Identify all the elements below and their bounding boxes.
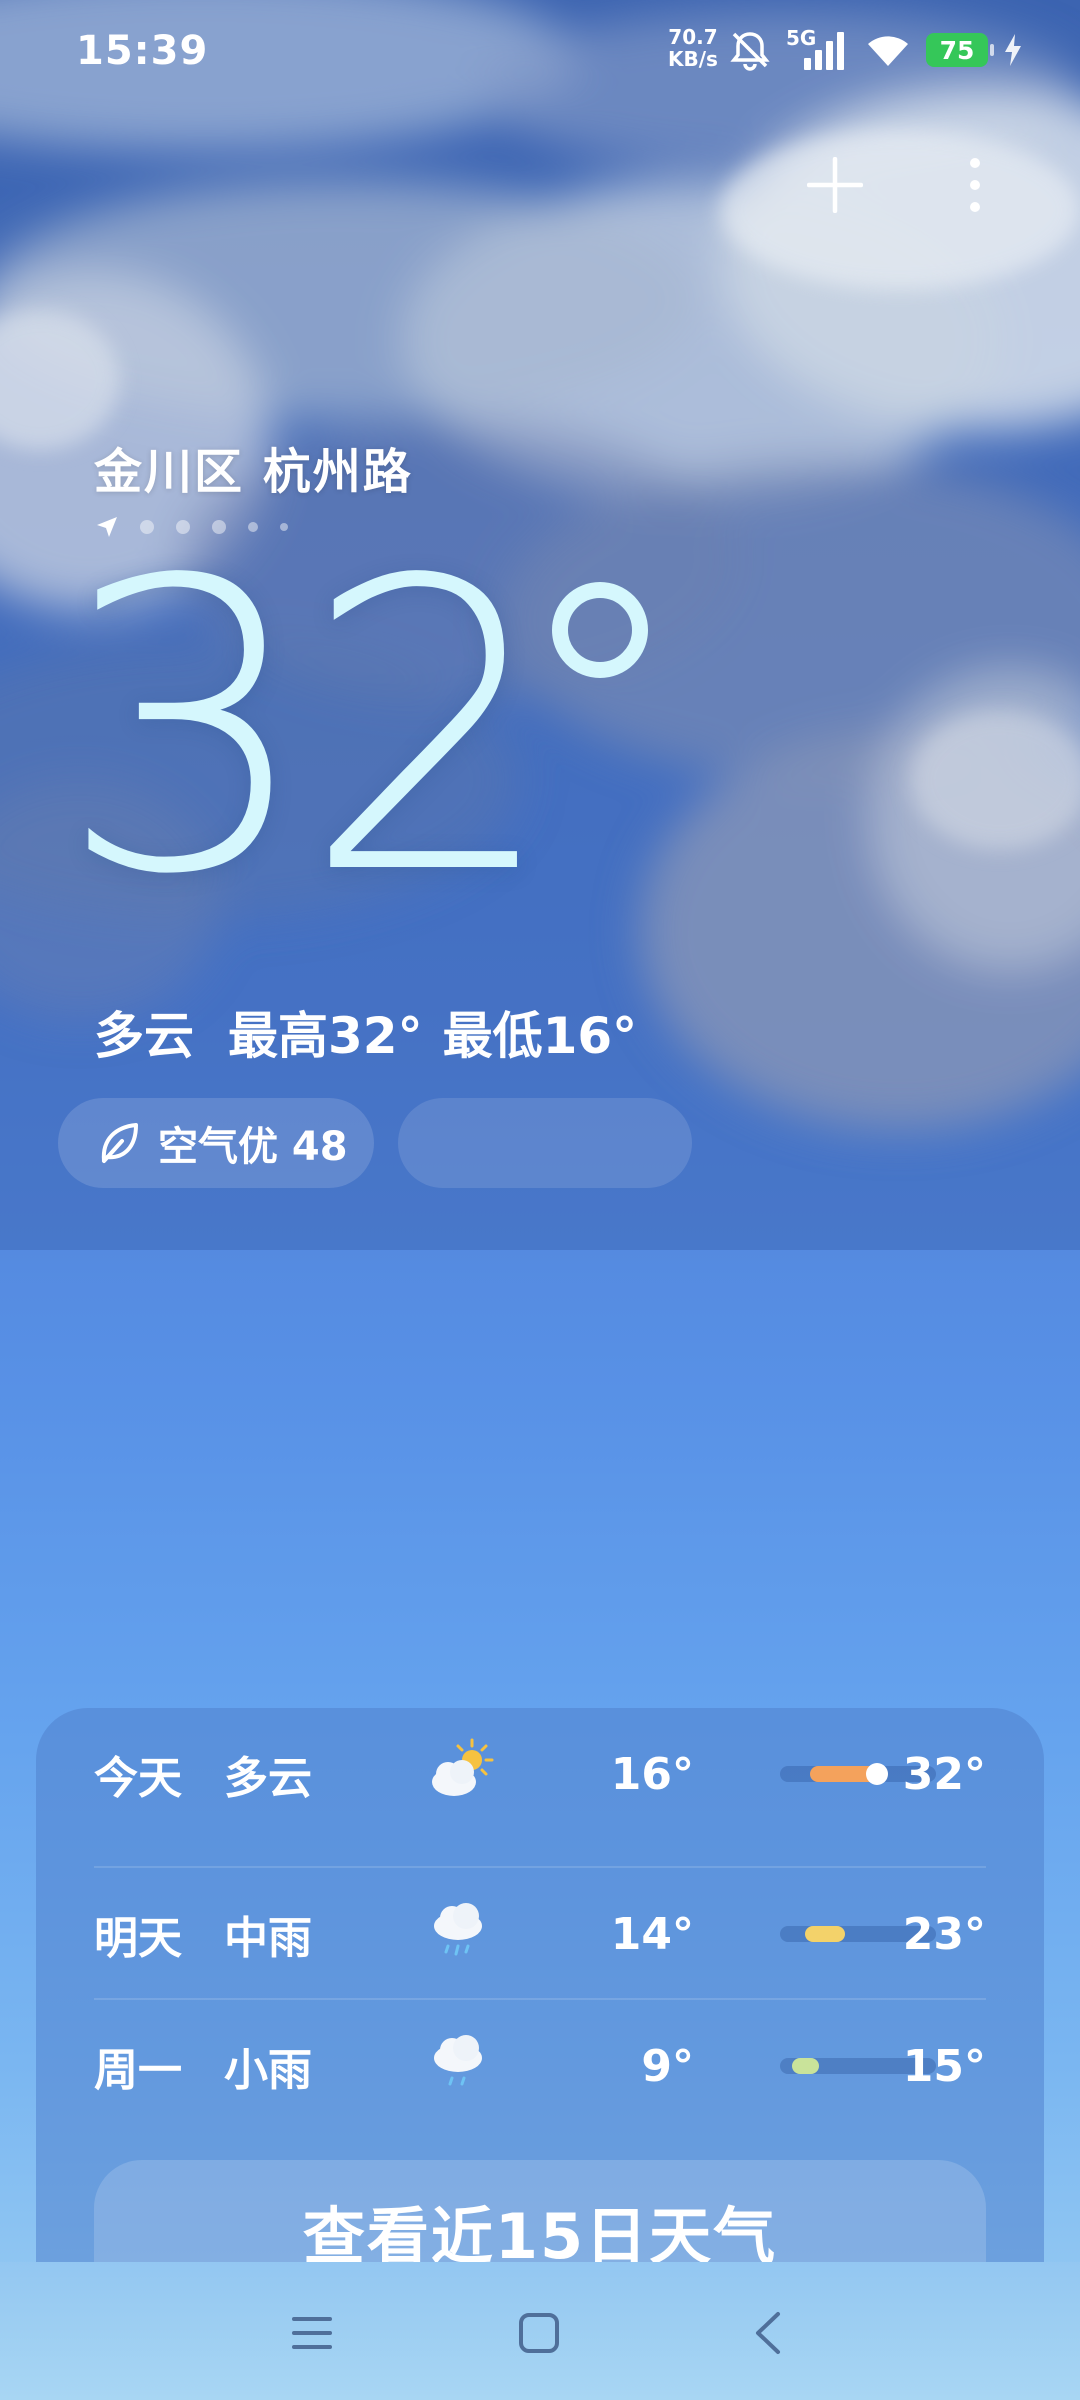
add-city-button[interactable]: [800, 150, 870, 220]
network-speed-unit: KB/s: [668, 47, 718, 71]
forecast-high: 23°: [902, 1908, 986, 1960]
status-bar: 15:39 70.7 KB/s 5G 75: [0, 0, 1080, 100]
air-quality-label: 空气优 48: [158, 1124, 348, 1170]
forecast-condition: 多云: [224, 1753, 312, 1804]
menu-button[interactable]: [277, 2306, 347, 2360]
forecast-high: 15°: [902, 2040, 986, 2092]
forecast-condition: 小雨: [224, 2045, 312, 2096]
wifi-icon: [868, 36, 908, 66]
current-temperature: 32: [58, 497, 557, 962]
plus-icon: [807, 157, 863, 213]
air-quality-chip[interactable]: 空气优 48: [58, 1098, 374, 1188]
home-icon: [519, 2313, 559, 2353]
more-vertical-icon: [970, 158, 980, 212]
temperature-range-fill: [792, 2058, 819, 2074]
signal-icon: [804, 32, 844, 70]
light-rain-icon: [434, 2035, 482, 2086]
temperature-range-fill: [804, 1926, 846, 1942]
network-speed: 70.7 KB/s: [668, 26, 718, 70]
forecast-low: 14°: [610, 1908, 694, 1960]
forecast-condition: 中雨: [224, 1913, 312, 1964]
forecast-high: 32°: [902, 1748, 986, 1800]
forecast-low: 9°: [641, 2040, 694, 2092]
status-time: 15:39: [76, 28, 209, 74]
menu-icon: [292, 2317, 332, 2349]
leaf-icon: [101, 1123, 138, 1163]
location-name[interactable]: 金川区 杭州路: [94, 432, 413, 502]
forecast-low: 16°: [610, 1748, 694, 1800]
forecast-day: 明天: [94, 1913, 182, 1964]
home-button[interactable]: [504, 2306, 574, 2360]
charging-icon: [1005, 34, 1021, 66]
forecast-row-monday[interactable]: 周一 小雨 9° 15°: [94, 2000, 986, 2132]
back-icon: [756, 2312, 780, 2354]
forecast-day: 周一: [94, 2045, 182, 2096]
view-15-day-forecast-button[interactable]: 查看近15日天气: [94, 2160, 986, 2268]
forecast-row-today[interactable]: 今天 多云 16° 32°: [94, 1708, 986, 1840]
more-options-button[interactable]: [940, 150, 1010, 220]
high-temperature: 最高32°: [228, 1007, 423, 1065]
forecast-day: 今天: [94, 1753, 182, 1804]
current-condition: 多云: [94, 1007, 194, 1065]
rain-icon: [434, 1903, 482, 1956]
forecast-row-tomorrow[interactable]: 明天 中雨 14° 23°: [94, 1868, 986, 2000]
weather-alert-chip[interactable]: [398, 1098, 692, 1188]
partly-sunny-icon: [432, 1738, 494, 1796]
status-icons: 5G 75: [728, 24, 1024, 76]
back-button[interactable]: [733, 2306, 803, 2360]
navigation-bar: [0, 2262, 1080, 2400]
degree-symbol: [552, 582, 648, 678]
signal-5g: 5G: [786, 28, 850, 72]
view-15-day-forecast-label: 查看近15日天气: [302, 2200, 778, 2268]
mute-bell-icon: [730, 32, 770, 71]
network-speed-value: 70.7: [668, 25, 718, 49]
forecast-card: 今天 多云 16° 32° 明天 中雨 14° 23° 周一 小雨 9° 15°…: [36, 1708, 1044, 2268]
low-temperature: 最低16°: [442, 1007, 638, 1065]
battery-level: 75: [939, 35, 975, 65]
current-temperature-marker: [865, 1763, 888, 1785]
battery-icon: 75: [926, 33, 994, 67]
weather-summary: 多云 最高32° 最低16°: [94, 996, 671, 1068]
